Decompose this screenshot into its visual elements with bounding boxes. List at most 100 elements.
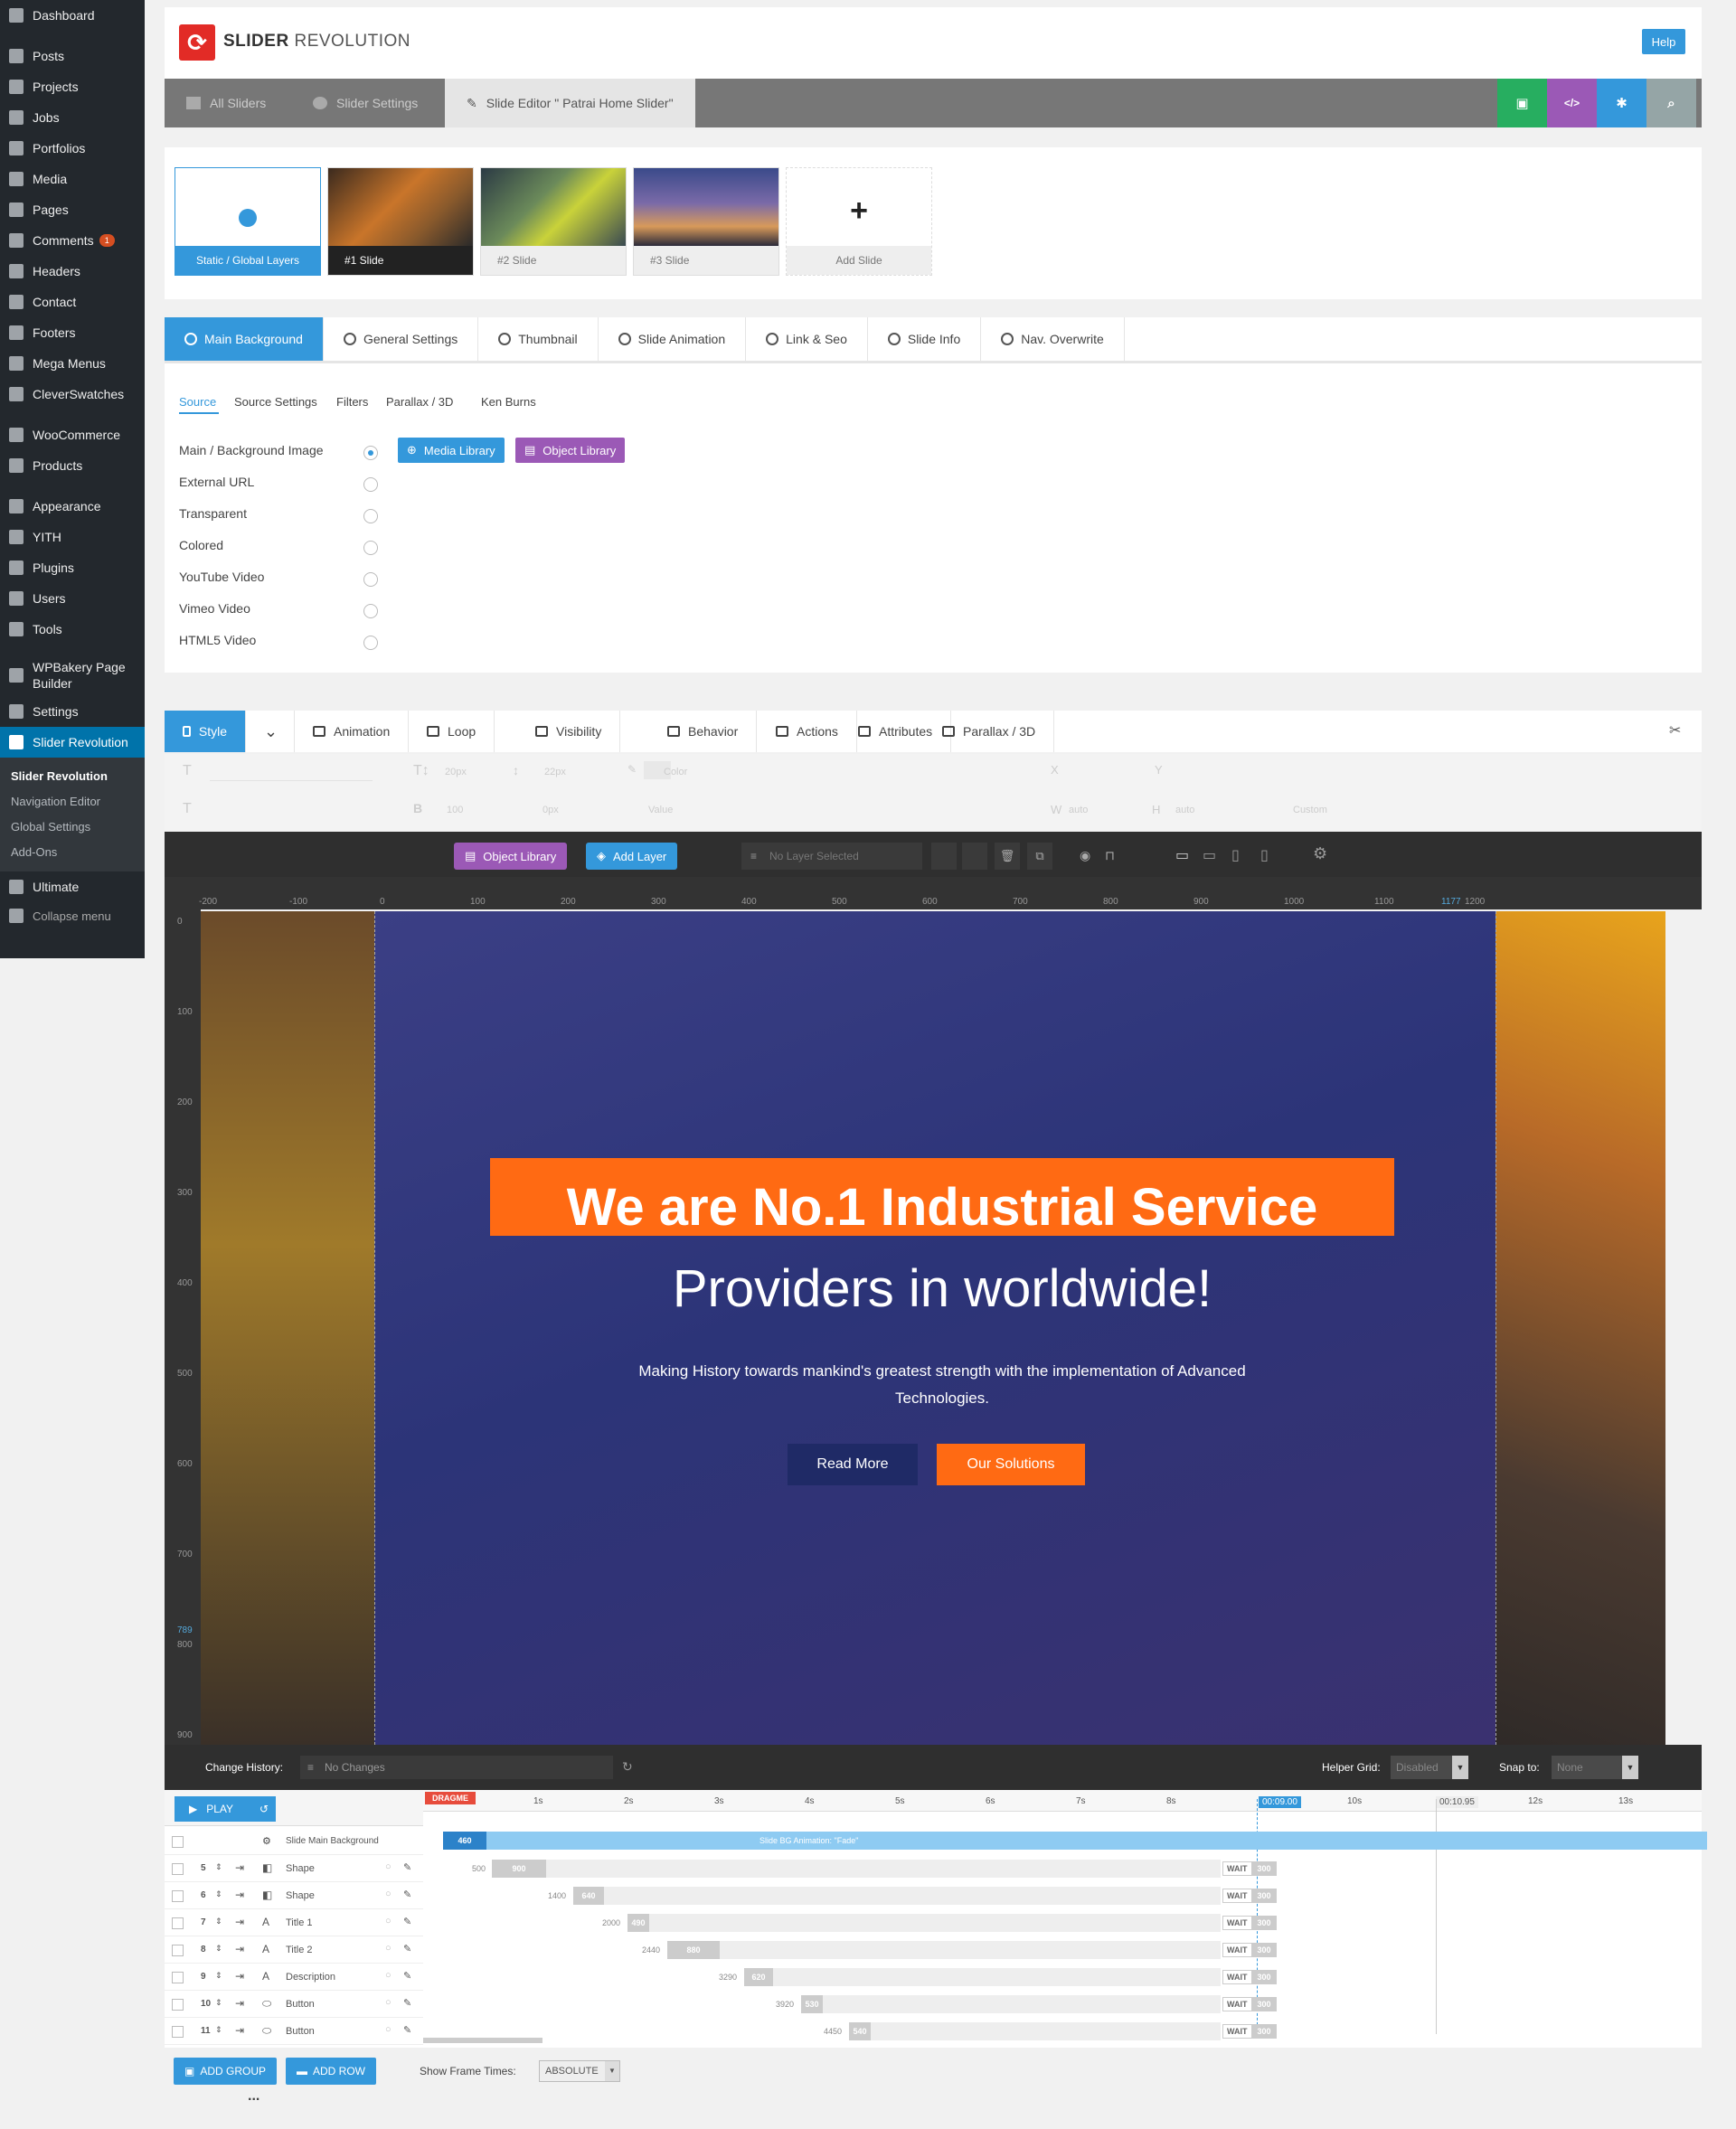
visibility-icon[interactable]: ○ bbox=[385, 1997, 392, 2008]
add-layer-button[interactable]: ◈ Add Layer bbox=[586, 843, 678, 870]
sort-icon[interactable]: ⇕ bbox=[215, 1889, 222, 1899]
sidebar-item-portfolios[interactable]: Portfolios bbox=[0, 133, 145, 164]
tab-slider-settings[interactable]: Slider Settings bbox=[313, 79, 418, 127]
slide-thumb-2-slide[interactable]: #2 Slide bbox=[480, 167, 627, 276]
save-button[interactable]: ▣ bbox=[1497, 79, 1547, 127]
sidebar-item-mega-menus[interactable]: Mega Menus bbox=[0, 348, 145, 379]
slide-title-2[interactable]: Providers in worldwide! bbox=[490, 1258, 1394, 1319]
visibility-icon[interactable]: ○ bbox=[385, 2024, 392, 2035]
layer-tab-animation[interactable]: Animation bbox=[295, 711, 410, 752]
layer-duration-bar[interactable]: 880 bbox=[667, 1941, 720, 1959]
sidebar-item-settings[interactable]: Settings bbox=[0, 696, 145, 727]
subtab-parallax-3d[interactable]: Parallax / 3D bbox=[386, 395, 453, 409]
tab-general-settings[interactable]: General Settings bbox=[324, 317, 479, 361]
object-library-button[interactable]: ▤ Object Library bbox=[515, 438, 626, 463]
color-field[interactable]: Color bbox=[664, 767, 687, 777]
snap-to-select[interactable]: None ▼ bbox=[1552, 1756, 1638, 1779]
duplicate-icon[interactable]: ⧉ bbox=[1027, 843, 1052, 870]
paperclip-icon[interactable]: ✂ bbox=[1669, 721, 1681, 739]
tab-slide-animation[interactable]: Slide Animation bbox=[599, 317, 747, 361]
sidebar-item-ultimate[interactable]: Ultimate bbox=[0, 871, 145, 902]
our-solutions-button[interactable]: Our Solutions bbox=[937, 1444, 1085, 1485]
laptop-icon[interactable]: ▭ bbox=[1203, 846, 1216, 864]
sidebar-item-yith[interactable]: YITH bbox=[0, 522, 145, 552]
row-checkbox[interactable] bbox=[172, 1890, 184, 1902]
sort-icon[interactable]: ⇕ bbox=[215, 2025, 222, 2035]
object-library-canvas-button[interactable]: ▤ Object Library bbox=[454, 843, 568, 870]
sidebar-item-media[interactable]: Media bbox=[0, 164, 145, 194]
font-weight-field[interactable]: 100 bbox=[447, 805, 463, 815]
subtab-filters[interactable]: Filters bbox=[336, 395, 368, 409]
layer-align-button[interactable] bbox=[931, 843, 957, 870]
timeline-row[interactable]: 11 ⇕ ⇥ ⬭ Button ○ ✎ bbox=[165, 2018, 423, 2045]
code-button[interactable]: </> bbox=[1547, 79, 1597, 127]
sidebar-item-users[interactable]: Users bbox=[0, 583, 145, 614]
tab-all-sliders[interactable]: All Sliders bbox=[186, 79, 266, 127]
arrow-in-icon[interactable]: ⇥ bbox=[235, 1970, 244, 1983]
layer-tab-loop[interactable]: Loop bbox=[409, 711, 495, 752]
row-checkbox[interactable] bbox=[172, 1836, 184, 1848]
height-field[interactable]: auto bbox=[1175, 805, 1194, 815]
layer-duration-bar[interactable]: 540 bbox=[849, 2022, 871, 2040]
style-dropdown[interactable]: ⌄ bbox=[246, 711, 295, 752]
arrow-in-icon[interactable]: ⇥ bbox=[235, 1916, 244, 1928]
sidebar-item-jobs[interactable]: Jobs bbox=[0, 102, 145, 133]
layer-wait[interactable]: WAIT 300 bbox=[1222, 1861, 1277, 1877]
media-library-button[interactable]: ⊕ Media Library bbox=[398, 438, 505, 463]
submenu-item-add-ons[interactable]: Add-Ons bbox=[0, 839, 145, 864]
bg-animation-bar[interactable] bbox=[443, 1832, 1707, 1850]
row-checkbox[interactable] bbox=[172, 1863, 184, 1875]
sidebar-item-posts[interactable]: Posts bbox=[0, 41, 145, 71]
submenu-item-slider-revolution[interactable]: Slider Revolution bbox=[0, 763, 145, 788]
sidebar-item-dashboard[interactable]: Dashboard bbox=[0, 0, 145, 31]
tab-thumbnail[interactable]: Thumbnail bbox=[478, 317, 599, 361]
change-history-select[interactable]: ≡ No Changes bbox=[300, 1756, 613, 1779]
add-slide-button[interactable]: + Add Slide bbox=[786, 167, 932, 276]
sidebar-item-pages[interactable]: Pages bbox=[0, 194, 145, 225]
layer-wait[interactable]: WAIT 300 bbox=[1222, 1888, 1277, 1904]
sort-icon[interactable]: ⇕ bbox=[215, 1971, 222, 1981]
arrow-in-icon[interactable]: ⇥ bbox=[235, 1889, 244, 1901]
row-checkbox[interactable] bbox=[172, 2026, 184, 2038]
tab-slide-editor[interactable]: ✎ Slide Editor " Patrai Home Slider" bbox=[445, 79, 695, 127]
sidebar-item-comments[interactable]: Comments 1 bbox=[0, 225, 145, 256]
layer-duration-bar[interactable]: 530 bbox=[801, 1995, 823, 2013]
layer-duration-bar[interactable]: 900 bbox=[492, 1860, 546, 1878]
search-button[interactable]: ⌕ bbox=[1646, 79, 1696, 127]
subtab-source[interactable]: Source bbox=[179, 395, 216, 409]
pencil-icon[interactable]: ✎ bbox=[403, 1943, 411, 1955]
sidebar-item-products[interactable]: Products bbox=[0, 450, 145, 481]
tablet-icon[interactable]: ▯ bbox=[1231, 846, 1240, 864]
layer-tab-parallax-3d[interactable]: Parallax / 3D bbox=[924, 711, 1055, 752]
slide-thumb-static-global-layers[interactable]: Static / Global Layers bbox=[175, 167, 321, 276]
frame-times-select[interactable]: ABSOLUTE ▼ bbox=[539, 2060, 620, 2082]
desktop-icon[interactable]: ▭ bbox=[1175, 846, 1189, 864]
bg-option-radio[interactable] bbox=[363, 446, 378, 460]
layer-wait[interactable]: WAIT 300 bbox=[1222, 1915, 1277, 1931]
pencil-icon[interactable]: ✎ bbox=[403, 1861, 411, 1873]
add-row-button[interactable]: ▬ ADD ROW bbox=[286, 2058, 376, 2085]
tab-nav-overwrite[interactable]: Nav. Overwrite bbox=[981, 317, 1125, 361]
play-button[interactable]: ▶ PLAY ↺ bbox=[175, 1796, 276, 1822]
sidebar-item-collapse-menu[interactable]: Collapse menu bbox=[0, 902, 145, 929]
sidebar-item-footers[interactable]: Footers bbox=[0, 317, 145, 348]
sidebar-item-plugins[interactable]: Plugins bbox=[0, 552, 145, 583]
subtab-ken-burns[interactable]: Ken Burns bbox=[481, 395, 536, 409]
submenu-item-navigation-editor[interactable]: Navigation Editor bbox=[0, 788, 145, 814]
timeline-row[interactable]: 7 ⇕ ⇥ A Title 1 ○ ✎ bbox=[165, 1909, 423, 1936]
layer-wait[interactable]: WAIT 300 bbox=[1222, 1969, 1277, 1985]
row-checkbox[interactable] bbox=[172, 1999, 184, 2011]
font-family-field[interactable] bbox=[210, 761, 373, 781]
more-dots[interactable]: ... bbox=[248, 2088, 259, 2105]
row-checkbox[interactable] bbox=[172, 1945, 184, 1956]
line-height-field[interactable]: 22px bbox=[544, 767, 566, 777]
custom-size-field[interactable]: Custom bbox=[1293, 805, 1327, 815]
row-checkbox[interactable] bbox=[172, 1972, 184, 1983]
timeline-row[interactable]: 9 ⇕ ⇥ A Description ○ ✎ bbox=[165, 1964, 423, 1991]
sidebar-item-slider-revolution[interactable]: Slider Revolution bbox=[0, 727, 145, 758]
layer-wait[interactable]: WAIT 300 bbox=[1222, 1942, 1277, 1958]
visibility-icon[interactable]: ○ bbox=[385, 1861, 392, 1872]
visibility-icon[interactable]: ○ bbox=[385, 1889, 392, 1899]
pencil-icon[interactable]: ✎ bbox=[403, 2024, 411, 2036]
sidebar-item-appearance[interactable]: Appearance bbox=[0, 491, 145, 522]
